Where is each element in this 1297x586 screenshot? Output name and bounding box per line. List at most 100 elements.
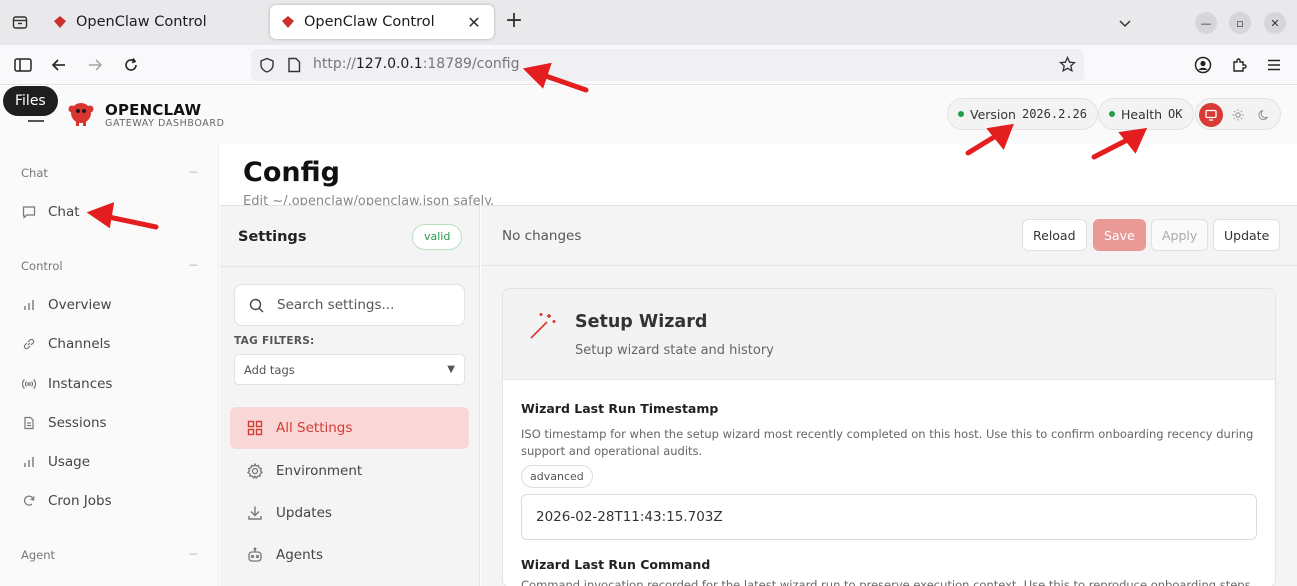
sidebar-group-chat[interactable]: Chat <box>21 166 48 180</box>
health-label: Health <box>1121 106 1163 122</box>
bar-chart-icon <box>21 297 37 313</box>
status-dot-icon <box>1109 111 1115 117</box>
search-input[interactable] <box>277 295 457 315</box>
settings-heading: Settings <box>238 229 307 245</box>
health-pill: Health OK <box>1098 98 1194 130</box>
reload-button[interactable]: Reload <box>1022 219 1087 251</box>
health-value: OK <box>1168 107 1183 121</box>
tag-filter-select[interactable]: Add tags ▼ <box>234 354 465 385</box>
openclaw-logo-icon <box>66 97 96 127</box>
loop-icon <box>21 493 37 509</box>
magic-wand-icon <box>527 310 559 346</box>
theme-switcher <box>1195 98 1281 130</box>
status-dot-icon <box>958 111 964 117</box>
category-updates[interactable]: Updates <box>230 492 469 534</box>
broadcast-icon <box>21 376 37 392</box>
tab-title: OpenClaw Control <box>304 14 435 30</box>
tag-filter-placeholder: Add tags <box>244 363 295 377</box>
brand-title: OPENCLAW <box>105 101 202 119</box>
forward-arrow-icon[interactable] <box>83 53 107 77</box>
sidebar-item-chat[interactable]: Chat <box>21 204 80 220</box>
sidebar-item-label: Instances <box>48 376 113 392</box>
tab-close-icon[interactable]: ✕ <box>464 13 484 32</box>
browser-tab[interactable]: OpenClaw Control <box>42 5 270 39</box>
collapse-icon[interactable]: − <box>188 547 198 561</box>
status-badge: valid <box>412 224 463 250</box>
brand-subtitle: GATEWAY DASHBOARD <box>105 118 225 129</box>
collapse-icon[interactable]: − <box>188 258 198 272</box>
document-icon <box>21 415 37 431</box>
list-tabs-chevron-icon[interactable] <box>1114 12 1136 34</box>
wizard-timestamp-input[interactable] <box>521 494 1257 540</box>
section-title: Setup Wizard <box>575 312 708 332</box>
sidebar-item-label: Cron Jobs <box>48 493 112 509</box>
search-icon <box>249 298 264 317</box>
save-button[interactable]: Save <box>1093 219 1146 251</box>
monitor-icon[interactable] <box>1199 103 1223 127</box>
new-tab-button[interactable]: + <box>502 10 526 34</box>
sidebar-group-control[interactable]: Control <box>21 259 63 273</box>
sun-icon[interactable] <box>1226 103 1250 127</box>
maximize-button[interactable]: ▫ <box>1229 12 1251 34</box>
browser-tab-bar: OpenClaw Control OpenClaw Control ✕ + — … <box>0 0 1297 45</box>
files-tooltip: Files <box>3 86 58 116</box>
back-arrow-icon[interactable] <box>47 53 71 77</box>
field-help: Command invocation recorded for the late… <box>521 578 1251 586</box>
browser-nav-bar: http://127.0.0.1:18789/config <box>0 45 1297 85</box>
page-title: Config <box>243 157 340 188</box>
url-path: :18789/config <box>422 56 520 72</box>
sidebar-toggle-icon[interactable] <box>11 53 35 77</box>
category-environment[interactable]: Environment <box>230 450 469 492</box>
robot-icon <box>246 546 264 564</box>
category-label: Updates <box>276 505 332 521</box>
field-label: Wizard Last Run Command <box>521 557 711 572</box>
sidebar-item-cron-jobs[interactable]: Cron Jobs <box>21 493 112 509</box>
tag-filters-label: TAG FILTERS: <box>234 335 315 347</box>
section-subtitle: Setup wizard state and history <box>575 343 774 358</box>
version-value: 2026.2.26 <box>1021 107 1087 121</box>
gear-icon <box>246 462 264 480</box>
menu-icon[interactable] <box>1262 53 1286 77</box>
url-host: 127.0.0.1 <box>355 56 423 72</box>
bookmark-star-icon[interactable] <box>1058 55 1077 77</box>
page-info-icon[interactable] <box>287 57 301 77</box>
minimize-button[interactable]: — <box>1195 12 1217 34</box>
sidebar-item-label: Sessions <box>48 415 107 431</box>
apply-button[interactable]: Apply <box>1151 219 1209 251</box>
account-icon[interactable] <box>1191 53 1215 77</box>
moon-icon[interactable] <box>1252 103 1276 127</box>
version-pill: Version 2026.2.26 <box>947 98 1098 130</box>
tab-overview-icon[interactable] <box>6 8 34 36</box>
sidebar-item-channels[interactable]: Channels <box>21 336 110 352</box>
advanced-tag[interactable]: advanced <box>521 465 593 488</box>
shield-icon[interactable] <box>259 57 275 77</box>
category-agents[interactable]: Agents <box>230 534 469 576</box>
extensions-icon[interactable] <box>1227 53 1251 77</box>
address-bar[interactable]: http://127.0.0.1:18789/config <box>251 49 1084 81</box>
sidebar-item-label: Channels <box>48 336 111 352</box>
sidebar-group-agent[interactable]: Agent <box>21 548 55 562</box>
sidebar-item-label: Chat <box>48 204 80 220</box>
category-all-settings[interactable]: All Settings <box>230 407 469 449</box>
search-field[interactable] <box>234 284 465 326</box>
divider <box>220 266 480 267</box>
category-label: Agents <box>276 547 323 563</box>
sidebar-item-sessions[interactable]: Sessions <box>21 415 107 431</box>
category-label: Environment <box>276 463 363 479</box>
openclaw-favicon-icon <box>280 14 296 30</box>
url-scheme: http:// <box>313 56 356 72</box>
collapse-icon[interactable]: − <box>188 165 198 179</box>
reload-icon[interactable] <box>119 53 143 77</box>
sidebar-item-instances[interactable]: Instances <box>21 376 112 392</box>
sidebar-item-overview[interactable]: Overview <box>21 297 112 313</box>
tab-title: OpenClaw Control <box>76 14 207 30</box>
field-label: Wizard Last Run Timestamp <box>521 401 719 416</box>
chat-icon <box>21 204 37 220</box>
url-text[interactable]: http://127.0.0.1:18789/config <box>313 56 520 72</box>
sidebar-item-usage[interactable]: Usage <box>21 454 90 470</box>
update-button[interactable]: Update <box>1213 219 1281 251</box>
sidebar-item-label: Usage <box>48 454 91 470</box>
browser-tab-active[interactable]: OpenClaw Control ✕ <box>270 5 494 39</box>
change-status: No changes <box>502 228 582 244</box>
window-close-button[interactable]: ✕ <box>1264 12 1286 34</box>
